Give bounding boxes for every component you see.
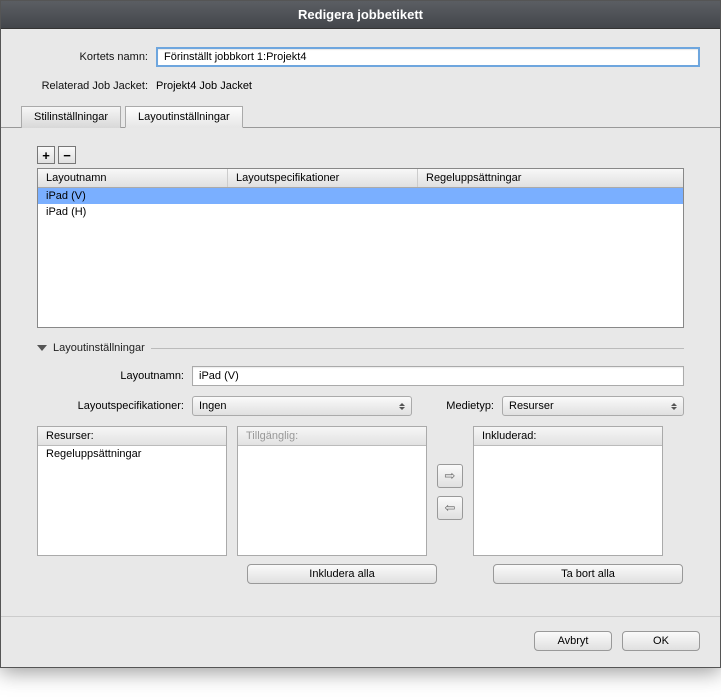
cell-rule-sets	[426, 190, 675, 202]
related-jacket-row: Relaterad Job Jacket: Projekt4 Job Jacke…	[21, 77, 700, 95]
layout-name-input[interactable]	[192, 366, 684, 386]
layout-table[interactable]: Layoutnamn Layoutspecifikationer Regelup…	[37, 168, 684, 328]
included-listbox[interactable]: Inkluderad:	[473, 426, 663, 556]
cancel-button[interactable]: Avbryt	[534, 631, 612, 651]
disclosure-triangle-icon[interactable]	[37, 345, 47, 351]
th-rule-sets[interactable]: Regeluppsättningar	[418, 169, 683, 187]
layout-specs-select[interactable]: Ingen	[192, 396, 412, 416]
tab-layout-settings[interactable]: Layoutinställningar	[125, 106, 243, 128]
tab-bar: Stilinställningar Layoutinställningar	[1, 105, 720, 128]
resource-lists-row: Resurser: Regeluppsättningar Tillgänglig…	[37, 426, 684, 556]
cell-rule-sets	[426, 206, 675, 218]
list-item[interactable]: Regeluppsättningar	[38, 446, 226, 462]
layout-name-label: Layoutnamn:	[37, 370, 192, 382]
table-row[interactable]: iPad (V)	[38, 188, 683, 204]
add-button[interactable]: +	[37, 146, 55, 164]
available-body	[238, 446, 426, 450]
card-name-row: Kortets namn:	[21, 47, 700, 67]
chevron-updown-icon	[399, 403, 405, 410]
ok-button[interactable]: OK	[622, 631, 700, 651]
th-layout-name[interactable]: Layoutnamn	[38, 169, 228, 187]
table-body: iPad (V) iPad (H)	[38, 188, 683, 220]
dialog-window: Redigera jobbetikett Kortets namn: Relat…	[0, 0, 721, 668]
related-jacket-label: Relaterad Job Jacket:	[21, 80, 156, 92]
included-body	[474, 446, 662, 450]
cell-layout-specs	[236, 206, 426, 218]
layout-name-row: Layoutnamn:	[37, 366, 684, 386]
add-remove-bar: + −	[37, 146, 684, 164]
specs-media-row: Layoutspecifikationer: Ingen Medietyp: R…	[37, 396, 684, 416]
resources-listbox[interactable]: Resurser: Regeluppsättningar	[37, 426, 227, 556]
dialog-content: Kortets namn: Relaterad Job Jacket: Proj…	[1, 29, 720, 602]
layout-specs-value: Ingen	[199, 400, 227, 412]
exclude-arrow-button[interactable]: ⇦	[437, 496, 463, 520]
table-header: Layoutnamn Layoutspecifikationer Regelup…	[38, 169, 683, 188]
cell-layout-specs	[236, 190, 426, 202]
tab-panel-layout: + − Layoutnamn Layoutspecifikationer Reg…	[21, 128, 700, 602]
include-all-button[interactable]: Inkludera alla	[247, 564, 437, 584]
remove-all-button[interactable]: Ta bort alla	[493, 564, 683, 584]
arrow-right-icon: ⇨	[445, 468, 456, 484]
media-type-select[interactable]: Resurser	[502, 396, 684, 416]
media-type-value: Resurser	[509, 400, 554, 412]
media-type-label: Medietyp:	[412, 400, 502, 412]
remove-button[interactable]: −	[58, 146, 76, 164]
include-remove-button-row: Inkludera alla Ta bort alla	[37, 564, 684, 584]
layout-specs-label: Layoutspecifikationer:	[37, 400, 192, 412]
chevron-updown-icon	[671, 403, 677, 410]
dialog-footer: Avbryt OK	[1, 616, 720, 667]
table-row[interactable]: iPad (H)	[38, 204, 683, 220]
cell-layout-name: iPad (V)	[46, 190, 236, 202]
include-arrow-button[interactable]: ⇨	[437, 464, 463, 488]
available-listbox[interactable]: Tillgänglig:	[237, 426, 427, 556]
dialog-title: Redigera jobbetikett	[1, 1, 720, 29]
resources-header: Resurser:	[38, 427, 226, 446]
tab-style-settings[interactable]: Stilinställningar	[21, 106, 121, 128]
card-name-label: Kortets namn:	[21, 51, 156, 63]
included-header: Inkluderad:	[474, 427, 662, 446]
related-jacket-value: Projekt4 Job Jacket	[156, 77, 700, 95]
section-title: Layoutinställningar	[53, 342, 145, 354]
cell-layout-name: iPad (H)	[46, 206, 236, 218]
card-name-input[interactable]	[156, 47, 700, 67]
available-header: Tillgänglig:	[238, 427, 426, 446]
layout-settings-section: Layoutinställningar	[37, 342, 684, 354]
section-rule	[151, 348, 684, 349]
th-layout-specs[interactable]: Layoutspecifikationer	[228, 169, 418, 187]
arrow-column: ⇨ ⇦	[437, 426, 463, 520]
arrow-left-icon: ⇦	[445, 500, 456, 516]
